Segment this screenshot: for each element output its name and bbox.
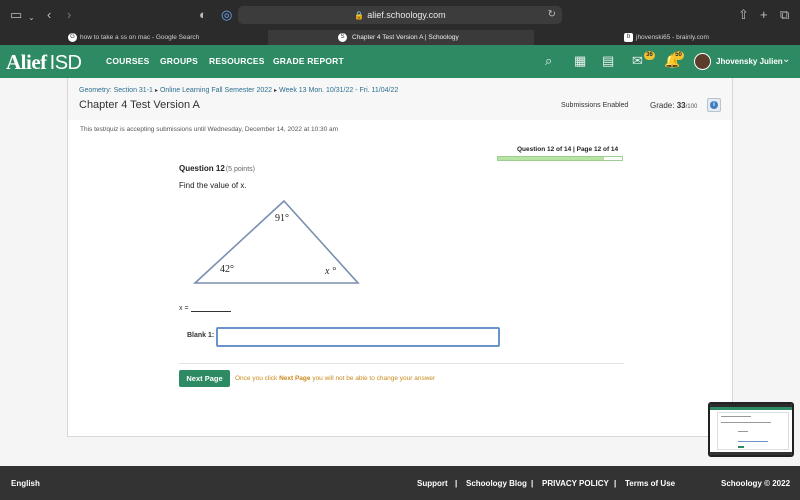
tab-google-search[interactable]: G how to take a ss on mac - Google Searc… — [66, 30, 266, 45]
sidebar-icon[interactable]: ▭ — [10, 7, 22, 23]
triangle-diagram: 91° 42° x ° — [192, 199, 360, 284]
notifications-badge: 50 — [673, 51, 684, 60]
tab-label: how to take a ss on mac - Google Search — [80, 34, 200, 41]
grade-score: 33 — [676, 101, 686, 110]
nav-grade-report[interactable]: GRADE REPORT — [273, 56, 344, 66]
thumb-header — [710, 407, 792, 410]
grade-out-of: /100 — [685, 104, 698, 110]
thumb-footer — [710, 452, 792, 455]
breadcrumb: Geometry: Section 31-1 ▸ Online Learning F… — [79, 87, 398, 94]
logo-suffix: ISD — [49, 52, 82, 74]
breadcrumb-course[interactable]: Geometry: Section 31-1 — [79, 87, 153, 94]
info-icon: i — [710, 101, 718, 109]
thumb-line — [738, 441, 768, 442]
question-title: Question 12(5 points) — [179, 164, 255, 173]
blank-label: Blank 1: — [187, 332, 215, 339]
next-page-warning: Once you click Next Page you will not be… — [235, 375, 435, 382]
chevron-down-icon[interactable]: ⌄ — [28, 10, 35, 26]
nav-resources[interactable]: RESOURCES — [209, 56, 265, 66]
thumb-line — [738, 446, 744, 448]
grade-info-button[interactable]: i — [707, 98, 721, 112]
thumb-line — [721, 422, 771, 423]
progress-bar — [497, 156, 623, 161]
note-after: you will not be able to change your answ… — [310, 375, 436, 382]
app-header: Alief ISD COURSES GROUPS RESOURCES GRADE … — [0, 45, 800, 78]
browser-toolbar: ▭ ⌄ ‹ › ◐ ◎ 🔒 alief.schoology.com ↻ ⇧ + ⧉ — [0, 0, 800, 30]
back-icon[interactable]: ‹ — [47, 7, 51, 23]
tab-bar: G how to take a ss on mac - Google Searc… — [0, 30, 800, 45]
google-favicon-icon: G — [68, 33, 77, 42]
availability-notice: This test/quiz is accepting submissions … — [80, 126, 339, 133]
thumb-line — [738, 431, 748, 432]
note-link: Next Page — [279, 375, 311, 382]
answer-line: x = — [179, 305, 231, 312]
share-icon[interactable]: ⇧ — [738, 7, 749, 23]
angle-right-label: x ° — [324, 266, 336, 277]
extension-icon[interactable]: ◎ — [221, 7, 232, 23]
assessment-card: Geometry: Section 31-1 ▸ Online Learning F… — [67, 78, 733, 437]
thumb-card — [717, 412, 789, 450]
apps-grid-icon[interactable]: ▦ — [574, 53, 586, 69]
breadcrumb-separator-icon: ▸ — [274, 88, 278, 94]
submissions-status: Submissions Enabled — [561, 102, 629, 109]
footer-link-support[interactable]: Support — [417, 479, 448, 488]
blank-1-input[interactable] — [216, 327, 500, 347]
user-name[interactable]: Jhovensky Julien — [716, 57, 783, 66]
nav-groups[interactable]: GROUPS — [160, 56, 198, 66]
shield-icon[interactable]: ◐ — [199, 7, 207, 23]
page-title: Chapter 4 Test Version A — [79, 99, 200, 111]
language-selector[interactable]: English — [11, 479, 40, 488]
calendar-icon[interactable]: ▤ — [602, 53, 614, 69]
breadcrumb-week[interactable]: Week 13 Mon. 10/31/22 - Fri. 11/04/22 — [279, 87, 398, 94]
tab-label: jhovenski65 - brainly.com — [636, 34, 709, 41]
question-points: (5 points) — [225, 166, 255, 173]
footer-link-blog[interactable]: Schoology Blog — [466, 479, 527, 488]
lock-icon: 🔒 — [354, 11, 365, 20]
district-logo[interactable]: Alief ISD — [6, 50, 82, 75]
note-before: Once you click — [235, 375, 280, 382]
question-prompt: Find the value of x. — [179, 181, 247, 190]
angle-left-label: 42° — [220, 264, 234, 275]
page-subheader: Geometry: Section 31-1 ▸ Online Learning F… — [68, 78, 732, 120]
breadcrumb-separator-icon: ▸ — [154, 88, 158, 94]
address-bar[interactable]: 🔒 alief.schoology.com ↻ — [238, 6, 562, 24]
answer-prefix: x = — [179, 305, 189, 312]
schoology-favicon-icon: S — [338, 33, 347, 42]
avatar[interactable] — [694, 53, 711, 70]
messages-icon[interactable]: ✉ — [632, 53, 643, 69]
progress-fill — [498, 157, 605, 160]
grade-label: Grade: — [650, 101, 675, 110]
brainly-favicon-icon: b — [624, 33, 633, 42]
grade-display: Grade: 33/100 — [650, 101, 697, 110]
site-footer: English Support | Schoology Blog | PRIVA… — [0, 466, 800, 500]
new-tab-icon[interactable]: + — [760, 7, 768, 23]
footer-separator: | — [531, 479, 534, 488]
divider — [179, 363, 624, 364]
angle-top-label: 91° — [275, 213, 289, 224]
answer-underline — [190, 311, 231, 312]
next-page-button[interactable]: Next Page — [179, 370, 230, 387]
logo-main: Alief — [6, 50, 47, 74]
tab-brainly[interactable]: b jhovenski65 - brainly.com — [622, 30, 792, 45]
messages-badge: 36 — [644, 51, 655, 60]
search-icon[interactable]: ⌕ — [545, 53, 552, 69]
forward-icon[interactable]: › — [67, 7, 71, 23]
chevron-down-icon[interactable]: ⌄ — [782, 54, 790, 65]
footer-link-privacy[interactable]: PRIVACY POLICY — [542, 479, 609, 488]
tab-schoology[interactable]: S Chapter 4 Test Version A | Schoology — [268, 30, 534, 45]
thumb-line — [721, 416, 751, 417]
screenshot-thumbnail[interactable] — [708, 402, 794, 457]
breadcrumb-semester[interactable]: Online Learning Fall Semester 2022 — [160, 87, 272, 94]
progress-label: Question 12 of 14 | Page 12 of 14 — [517, 146, 619, 153]
nav-courses[interactable]: COURSES — [106, 56, 149, 66]
footer-separator: | — [455, 479, 458, 488]
footer-copyright: Schoology © 2022 — [721, 479, 791, 488]
url-text: alief.schoology.com — [367, 10, 446, 20]
footer-separator: | — [614, 479, 617, 488]
footer-link-terms[interactable]: Terms of Use — [625, 479, 675, 488]
reload-icon[interactable]: ↻ — [548, 6, 556, 24]
question-number: Question 12 — [179, 164, 225, 173]
tab-label: Chapter 4 Test Version A | Schoology — [352, 34, 459, 41]
tab-overview-icon[interactable]: ⧉ — [780, 7, 789, 23]
